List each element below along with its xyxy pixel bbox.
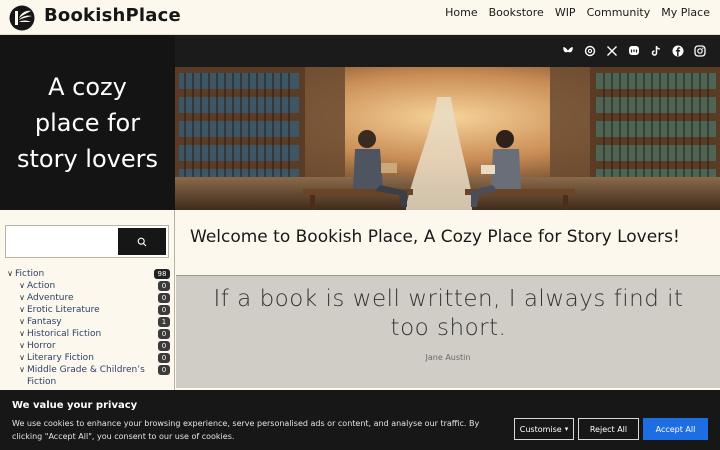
bluesky-icon[interactable]: [562, 45, 574, 57]
category-historical-fiction[interactable]: ∨ Historical Fiction 0: [5, 328, 170, 340]
customise-label: Customise: [519, 424, 562, 434]
category-label[interactable]: Erotic Literature: [27, 304, 100, 316]
search-icon: [137, 237, 147, 246]
caret-down-icon: ▾: [564, 425, 569, 433]
site-header: BookishPlace Home Bookstore WIP Communit…: [0, 0, 720, 35]
cookie-title: We value your privacy: [12, 400, 138, 411]
category-literary-fiction[interactable]: ∨ Literary Fiction 0: [5, 352, 170, 364]
category-middle-grade[interactable]: ∨ Middle Grade & Children’s Fiction 0: [5, 364, 170, 388]
category-count: 0: [158, 353, 170, 363]
category-label[interactable]: Fiction: [15, 268, 44, 280]
category-label[interactable]: Action: [27, 280, 55, 292]
social-links: [175, 35, 720, 67]
category-fiction[interactable]: ∨ Fiction 98: [5, 268, 170, 280]
welcome-heading: Welcome to Bookish Place, A Cozy Place f…: [190, 227, 680, 247]
chevron-down-icon[interactable]: ∨: [17, 364, 27, 376]
chevron-down-icon[interactable]: ∨: [17, 328, 27, 340]
category-count: 1: [158, 317, 170, 327]
mastodon-icon[interactable]: [628, 45, 640, 57]
category-erotic-literature[interactable]: ∨ Erotic Literature 0: [5, 304, 170, 316]
chevron-down-icon[interactable]: ∨: [5, 268, 15, 280]
category-count: 0: [158, 305, 170, 315]
nav-home[interactable]: Home: [445, 6, 477, 19]
welcome-section: Welcome to Bookish Place, A Cozy Place f…: [176, 210, 720, 276]
category-tree: ∨ Fiction 98 ∨ Action 0 ∨ Adventure 0 ∨ …: [5, 268, 170, 388]
search-button[interactable]: [118, 228, 166, 255]
library-reading-illustration: [175, 67, 720, 210]
nav-bookstore[interactable]: Bookstore: [489, 6, 544, 19]
chevron-down-icon[interactable]: ∨: [17, 280, 27, 292]
quote-section: If a book is well written, I always find…: [176, 276, 720, 388]
accept-all-button[interactable]: Accept All: [643, 418, 708, 440]
reject-all-button[interactable]: Reject All: [578, 418, 639, 440]
tagline: A cozy place for story lovers: [17, 72, 158, 173]
chevron-down-icon[interactable]: ∨: [17, 316, 27, 328]
site-brand[interactable]: BookishPlace: [44, 5, 181, 26]
category-label[interactable]: Fantasy: [27, 316, 62, 328]
category-adventure[interactable]: ∨ Adventure 0: [5, 292, 170, 304]
category-count: 98: [154, 269, 170, 279]
category-count: 0: [158, 293, 170, 303]
hero-banner: [175, 35, 720, 210]
facebook-icon[interactable]: [672, 45, 684, 57]
category-label[interactable]: Literary Fiction: [27, 352, 94, 364]
category-label[interactable]: Horror: [27, 340, 56, 352]
nav-my-place[interactable]: My Place: [661, 6, 710, 19]
tiktok-icon[interactable]: [650, 45, 662, 57]
category-label[interactable]: Historical Fiction: [27, 328, 101, 340]
nav-wip[interactable]: WIP: [555, 6, 576, 19]
category-count: 0: [158, 329, 170, 339]
category-label[interactable]: Adventure: [27, 292, 74, 304]
customise-button[interactable]: Customise ▾: [514, 418, 574, 440]
category-count: 0: [158, 281, 170, 291]
quote-author: Jane Austin: [425, 353, 471, 362]
quote-text: If a book is well written, I always find…: [213, 286, 684, 341]
chevron-down-icon[interactable]: ∨: [17, 340, 27, 352]
cookie-description: We use cookies to enhance your browsing …: [12, 419, 480, 441]
x-icon[interactable]: [606, 45, 618, 57]
nav-community[interactable]: Community: [587, 6, 651, 19]
category-count: 0: [158, 365, 170, 375]
category-action[interactable]: ∨ Action 0: [5, 280, 170, 292]
main-nav: Home Bookstore WIP Community My Place: [445, 6, 710, 19]
category-horror[interactable]: ∨ Horror 0: [5, 340, 170, 352]
chevron-down-icon[interactable]: ∨: [17, 304, 27, 316]
threads-icon[interactable]: [584, 45, 596, 57]
tagline-panel: A cozy place for story lovers: [0, 35, 175, 210]
category-fantasy[interactable]: ∨ Fantasy 1: [5, 316, 170, 328]
category-label[interactable]: Middle Grade & Children’s Fiction: [27, 364, 162, 388]
chevron-down-icon[interactable]: ∨: [17, 292, 27, 304]
instagram-icon[interactable]: [694, 45, 706, 57]
search-input[interactable]: [8, 228, 116, 255]
search-box: [5, 225, 169, 258]
chevron-down-icon[interactable]: ∨: [17, 352, 27, 364]
bookishplace-logo-icon[interactable]: [9, 5, 35, 31]
cookie-banner: We value your privacy We use cookies to …: [0, 390, 720, 450]
category-count: 0: [158, 341, 170, 351]
